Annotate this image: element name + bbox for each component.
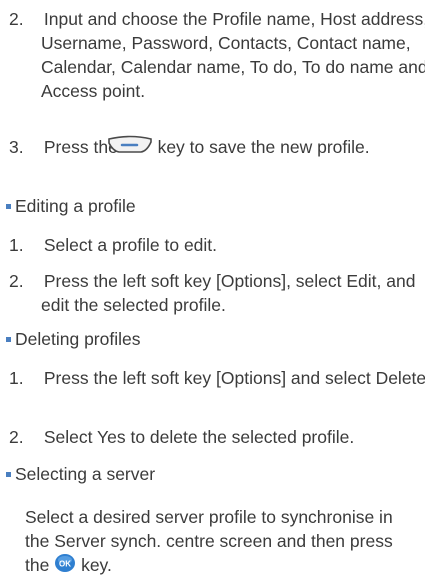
bullet-marker (6, 204, 11, 209)
manual-page: 2. Input and choose the Profile name, Ho… (0, 0, 425, 582)
step-text: Input and choose the Profile name, Host … (41, 9, 425, 101)
selecting-server-text: Select a desired server profile to synch… (25, 505, 420, 579)
step-text: Press the left soft key [Options], selec… (41, 271, 416, 315)
bullet-label: Selecting a server (15, 464, 156, 484)
bullet-selecting-server: Selecting a server (5, 462, 415, 486)
step-number: 1. (9, 368, 24, 388)
delete-step-2: 2. Select Yes to delete the selected pro… (9, 425, 425, 449)
bullet-editing-profile: Editing a profile (5, 194, 415, 218)
edit-step-1: 1. Select a profile to edit. (9, 233, 425, 257)
bullet-marker (6, 472, 11, 477)
bullet-deleting-profiles: Deleting profiles (5, 327, 415, 351)
delete-step-1: 1. Press the left soft key [Options] and… (9, 366, 425, 390)
step-text-post: key to save the new profile. (157, 137, 370, 157)
right-soft-key-icon (107, 135, 153, 161)
bullet-label: Editing a profile (15, 196, 136, 216)
step-number: 2. (9, 427, 24, 447)
step-text: Select a profile to edit. (43, 235, 218, 255)
create-step-3: 3. Press the key to save the new profile… (9, 135, 425, 161)
bullet-marker (6, 337, 11, 342)
step-text: Select Yes to delete the selected profil… (43, 427, 355, 447)
step-number: 2. (9, 271, 24, 291)
create-step-2: 2. Input and choose the Profile name, Ho… (9, 7, 425, 103)
selecting-text-post: key. (81, 555, 112, 575)
step-number: 1. (9, 235, 24, 255)
bullet-label: Deleting profiles (15, 329, 141, 349)
step-number: 3. (9, 137, 24, 157)
step-text: Press the left soft key [Options] and se… (43, 368, 425, 388)
ok-key-label: OK (59, 560, 71, 569)
step-number: 2. (9, 9, 24, 29)
edit-step-2: 2. Press the left soft key [Options], se… (9, 269, 425, 317)
ok-key-icon: OK (54, 553, 76, 579)
